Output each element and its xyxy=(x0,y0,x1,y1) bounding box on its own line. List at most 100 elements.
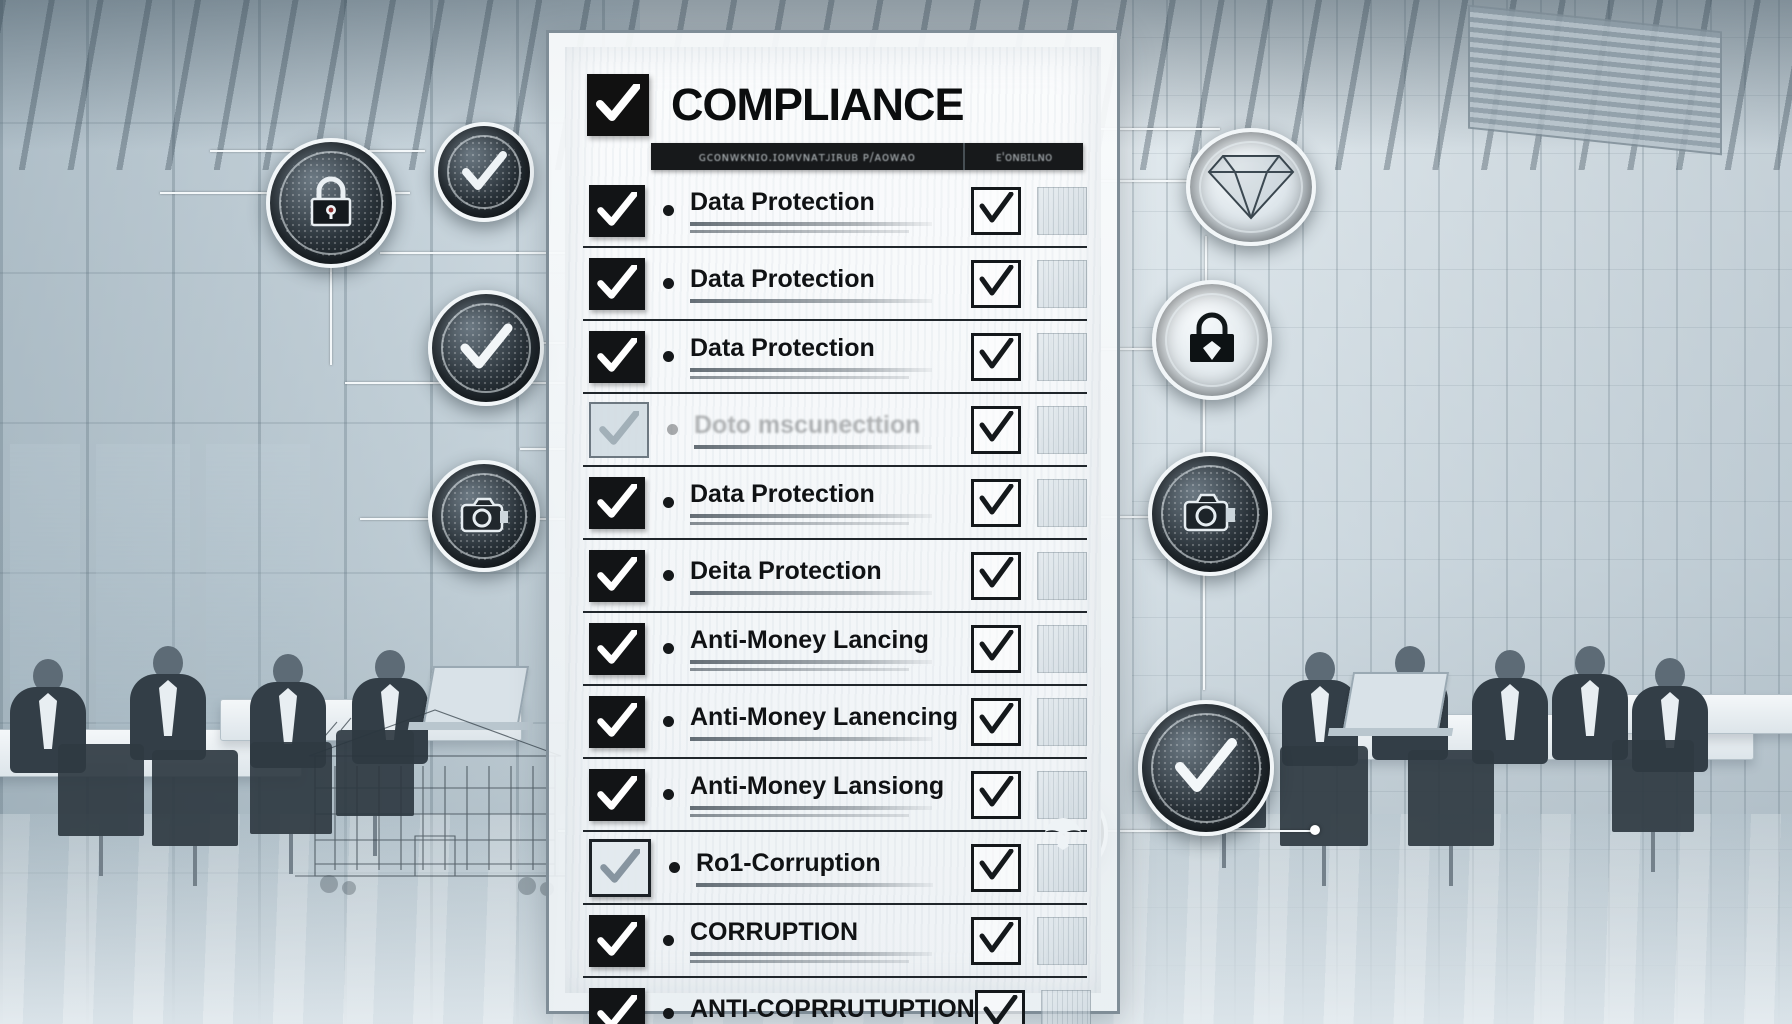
checklist-rows: Data Protection Data Protection Data Pro… xyxy=(583,175,1091,1024)
row-underline xyxy=(690,952,932,956)
row-label-wrap: Anti-Money Lancing xyxy=(690,626,971,671)
row-left-checkbox[interactable] xyxy=(589,549,645,602)
row-label: Data Protection xyxy=(690,480,875,508)
row-thumbnail-icon xyxy=(1037,551,1087,600)
row-right-checkbox[interactable] xyxy=(971,259,1021,308)
row-thumbnail-icon xyxy=(1037,697,1087,746)
screenshot-root: COMPLIANCE ɢᴄᴏɴᴡᴋɴɪᴏ.ɪᴏᴍᴠɴᴀᴛᴊɪʀᴜʙ ᴘ/ᴀᴏᴡᴀ… xyxy=(0,0,1792,1024)
row-thumbnail-icon xyxy=(1037,332,1087,381)
row-right-checkbox[interactable] xyxy=(974,989,1025,1024)
row-right-checkbox[interactable] xyxy=(971,551,1021,600)
office-chair xyxy=(152,750,238,886)
row-bullet xyxy=(663,1008,674,1019)
check-icon xyxy=(460,323,513,369)
lock-icon xyxy=(310,176,352,227)
check-icon xyxy=(597,264,637,299)
row-right-checkbox[interactable] xyxy=(971,843,1021,892)
camera-icon xyxy=(460,497,508,533)
table-row[interactable]: Doto mscunecttion xyxy=(583,394,1087,467)
row-label-wrap: Anti-Money Lansiong xyxy=(690,772,971,817)
subheader-column-left: ɢᴄᴏɴᴡᴋɴɪᴏ.ɪᴏᴍᴠɴᴀᴛᴊɪʀᴜʙ ᴘ/ᴀᴏᴡᴀᴏ xyxy=(698,149,916,164)
check-icon xyxy=(983,994,1018,1024)
row-left-checkbox[interactable] xyxy=(589,695,645,748)
check-badge-2[interactable] xyxy=(428,290,544,406)
table-row[interactable]: Deita Protection xyxy=(583,540,1087,613)
check-icon xyxy=(979,337,1014,368)
table-row[interactable]: ANTI-COPRRUTUPTION xyxy=(583,978,1091,1024)
table-row[interactable]: Anti-Money Lanencing xyxy=(583,686,1087,759)
check-icon xyxy=(979,556,1014,587)
row-left-checkbox[interactable] xyxy=(589,914,645,967)
eagle-seal-icon xyxy=(1045,818,1081,850)
row-thumbnail-icon xyxy=(1037,186,1087,235)
row-label-wrap: Doto mscunecttion xyxy=(694,411,971,449)
business-meeting-right xyxy=(1172,554,1792,886)
row-underline-secondary xyxy=(690,522,910,525)
row-thumbnail-icon xyxy=(1037,259,1087,308)
row-left-checkbox[interactable] xyxy=(589,257,645,310)
camera-badge[interactable] xyxy=(428,460,540,572)
row-label: Anti-Money Lansiong xyxy=(690,772,945,800)
check-icon xyxy=(979,483,1014,514)
table-row[interactable]: Anti-Money Lansiong xyxy=(583,759,1087,832)
row-label: Anti-Money Lanencing xyxy=(690,702,959,731)
row-right-checkbox[interactable] xyxy=(971,916,1021,965)
table-row[interactable]: Data Protection xyxy=(583,248,1087,321)
check-badge-right[interactable] xyxy=(1138,700,1274,836)
row-thumbnail-icon xyxy=(1037,405,1087,454)
row-bullet xyxy=(663,497,674,508)
padlock-badge[interactable] xyxy=(266,138,396,268)
diamond-badge[interactable] xyxy=(1186,128,1316,246)
row-thumbnail-icon xyxy=(1037,624,1087,673)
row-right-checkbox[interactable] xyxy=(971,770,1021,819)
row-left-checkbox[interactable] xyxy=(589,987,645,1024)
table-row[interactable]: Ro1-Corruption xyxy=(583,832,1087,905)
row-bullet xyxy=(667,424,678,435)
row-left-checkbox[interactable] xyxy=(589,401,649,458)
row-left-checkbox[interactable] xyxy=(589,330,645,383)
row-left-checkbox[interactable] xyxy=(589,476,645,529)
check-icon xyxy=(979,848,1014,879)
row-thumbnail-icon xyxy=(1037,916,1087,965)
check-icon xyxy=(979,921,1014,952)
row-right-checkbox[interactable] xyxy=(971,405,1021,454)
row-left-checkbox[interactable] xyxy=(589,184,645,237)
row-underline-secondary xyxy=(690,814,910,817)
row-right-checkbox[interactable] xyxy=(971,478,1021,527)
row-right-checkbox[interactable] xyxy=(971,624,1021,673)
checklist-paper: COMPLIANCE ɢᴄᴏɴᴡᴋɴɪᴏ.ɪᴏᴍᴠɴᴀᴛᴊɪʀᴜʙ ᴘ/ᴀᴏᴡᴀ… xyxy=(565,47,1101,1024)
check-icon xyxy=(979,410,1014,441)
row-left-checkbox[interactable] xyxy=(589,622,645,675)
lock-icon xyxy=(1190,312,1234,362)
lock-badge-right[interactable] xyxy=(1152,280,1272,400)
table-row[interactable]: CORRUPTION xyxy=(583,905,1087,978)
row-bullet xyxy=(663,716,674,727)
check-icon xyxy=(979,264,1014,295)
row-label: CORRUPTION xyxy=(690,918,859,946)
table-row[interactable]: Data Protection xyxy=(583,321,1087,394)
title-checkbox[interactable] xyxy=(587,74,649,136)
check-icon xyxy=(1175,738,1237,792)
row-bullet xyxy=(663,351,674,362)
row-underline xyxy=(694,444,933,449)
row-right-checkbox[interactable] xyxy=(971,332,1021,381)
leader-line xyxy=(1203,570,1205,690)
table-row[interactable]: Data Protection xyxy=(583,467,1087,540)
check-badge-1[interactable] xyxy=(434,122,534,222)
row-thumbnail-icon xyxy=(1037,478,1087,527)
camera-badge-right[interactable] xyxy=(1148,452,1272,576)
row-right-checkbox[interactable] xyxy=(971,186,1021,235)
row-label-wrap: Ro1-Corruption xyxy=(696,849,971,887)
check-icon xyxy=(979,775,1014,806)
check-icon xyxy=(597,629,637,664)
table-row[interactable]: Data Protection xyxy=(583,175,1087,248)
row-label-wrap: ANTI-COPRRUTUPTION xyxy=(690,995,975,1024)
row-right-checkbox[interactable] xyxy=(971,697,1021,746)
checklist-header: COMPLIANCE xyxy=(587,69,1083,141)
row-left-checkbox[interactable] xyxy=(589,838,651,897)
row-left-checkbox[interactable] xyxy=(589,768,645,821)
row-underline xyxy=(696,882,933,887)
table-row[interactable]: Anti-Money Lancing xyxy=(583,613,1087,686)
leader-line xyxy=(330,265,332,365)
page-title: COMPLIANCE xyxy=(671,79,964,130)
